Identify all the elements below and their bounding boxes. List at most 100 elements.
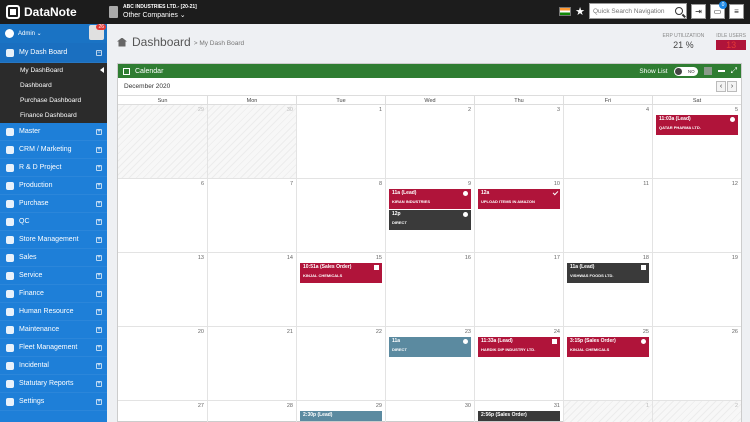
calendar-day-cell[interactable]: 30 <box>385 401 474 422</box>
expand-icon[interactable]: + <box>96 272 102 279</box>
calendar-day-cell[interactable]: 24 11:33a (Lead) HARDIK DIP INDUSTRY LTD. <box>474 327 563 401</box>
calendar-day-cell[interactable]: 22 <box>296 327 385 401</box>
expand-icon[interactable]: + <box>96 398 102 405</box>
sidebar-item-production[interactable]: Production + <box>0 177 107 195</box>
calendar-day-cell[interactable]: 3 <box>474 105 563 179</box>
menu-button[interactable]: ≡ <box>729 3 744 19</box>
submenu-dashboard[interactable]: Dashboard <box>0 78 107 93</box>
calendar-day-cell[interactable]: 5 11:03a (Lead) QATAR PHARMA LTD. <box>652 105 741 179</box>
calendar-day-cell[interactable]: 9 11a (Lead) KIRAN INDUSTRIES 12p Direct <box>385 179 474 253</box>
submenu-finance-dashboard[interactable]: Finance Dashboard <box>0 108 107 123</box>
sidebar-item-crm[interactable]: CRM / Marketing + <box>0 141 107 159</box>
calendar-event[interactable]: 11a Direct <box>389 337 471 357</box>
calendar-day-cell[interactable]: 12 <box>652 179 741 253</box>
sidebar-item-store-management[interactable]: Store Management + <box>0 231 107 249</box>
calendar-day-cell[interactable]: 6 <box>118 179 207 253</box>
calendar-day-cell[interactable]: 31 2:56p (Sales Order) <box>474 401 563 422</box>
expand-icon[interactable]: + <box>96 146 102 153</box>
quick-search-input[interactable] <box>593 7 673 15</box>
submenu-my-dashboard[interactable]: My DashBoard <box>0 63 107 78</box>
user-menu[interactable]: Admin ⌄ 26 <box>0 24 107 43</box>
calendar-event[interactable]: 2:56p (Sales Order) <box>478 411 560 421</box>
company-selector[interactable]: ABC INDUSTRIES LTD.- [20-21] Other Compa… <box>109 5 197 19</box>
calendar-day-cell[interactable]: 7 <box>207 179 296 253</box>
calendar-day-cell[interactable]: 19 <box>652 253 741 327</box>
calendar-event[interactable]: 11:03a (Lead) QATAR PHARMA LTD. <box>656 115 738 135</box>
calendar-day-cell[interactable]: 1 <box>563 401 652 422</box>
sidebar-item-sales[interactable]: Sales + <box>0 249 107 267</box>
idle-users-stat[interactable]: IDLE USERS 13 <box>716 33 746 50</box>
search-icon[interactable] <box>675 7 683 15</box>
star-icon[interactable]: ★ <box>575 5 585 18</box>
next-month-button[interactable]: › <box>727 81 737 92</box>
expand-icon[interactable]: ⤢ <box>731 66 737 76</box>
calendar-event[interactable]: 11a (Lead) KIRAN INDUSTRIES <box>389 189 471 209</box>
sidebar-item-service[interactable]: Service + <box>0 267 107 285</box>
sidebar-item-rnd[interactable]: R & D Project + <box>0 159 107 177</box>
calendar-day-cell[interactable]: 1 <box>296 105 385 179</box>
calendar-day-cell[interactable]: 14 <box>207 253 296 327</box>
calendar-event[interactable]: 12p Direct <box>389 210 471 230</box>
sidebar-item-purchase[interactable]: Purchase + <box>0 195 107 213</box>
calendar-day-cell[interactable]: 27 <box>118 401 207 422</box>
calendar-event[interactable]: 10:51a (Sales Order) KINJAL CHEMICALS <box>300 263 382 283</box>
sidebar-item-settings[interactable]: Settings + <box>0 393 107 411</box>
expand-icon[interactable]: + <box>96 128 102 135</box>
calendar-day-cell[interactable]: 18 11a (Lead) VISHWAS FOODS LTD. <box>563 253 652 327</box>
sidebar-item-master[interactable]: Master + <box>0 123 107 141</box>
expand-icon[interactable]: + <box>96 362 102 369</box>
expand-icon[interactable]: + <box>96 182 102 189</box>
expand-icon[interactable]: + <box>96 200 102 207</box>
expand-icon[interactable]: + <box>96 254 102 261</box>
calendar-day-cell[interactable]: 2 <box>652 401 741 422</box>
expand-icon[interactable]: + <box>96 236 102 243</box>
sidebar-item-human-resource[interactable]: Human Resource + <box>0 303 107 321</box>
calendar-day-cell[interactable]: 17 <box>474 253 563 327</box>
calendar-day-cell[interactable]: 15 10:51a (Sales Order) KINJAL CHEMICALS <box>296 253 385 327</box>
expand-icon[interactable]: + <box>96 380 102 387</box>
calendar-day-cell[interactable]: 28 <box>207 401 296 422</box>
sidebar-item-fleet-management[interactable]: Fleet Management + <box>0 339 107 357</box>
sidebar-item-incidental[interactable]: Incidental + <box>0 357 107 375</box>
other-companies-dropdown[interactable]: Other Companies ⌄ <box>123 12 197 19</box>
show-list-toggle[interactable]: NO <box>673 66 698 76</box>
calendar-day-cell[interactable]: 25 3:15p (Sales Order) KINJAL CHEMICALS <box>563 327 652 401</box>
calendar-day-cell[interactable]: 30 <box>207 105 296 179</box>
expand-icon[interactable]: + <box>96 218 102 225</box>
calendar-event[interactable]: 3:15p (Sales Order) KINJAL CHEMICALS <box>567 337 649 357</box>
chat-button[interactable]: ▭ 0 <box>710 0 727 19</box>
calendar-day-cell[interactable]: 8 <box>296 179 385 253</box>
quick-search-box[interactable] <box>589 3 687 19</box>
logout-button[interactable]: ⇥ <box>691 3 706 19</box>
sidebar-item-statutary-reports[interactable]: Statutary Reports + <box>0 375 107 393</box>
sidebar-item-finance[interactable]: Finance + <box>0 285 107 303</box>
calendar-day-cell[interactable]: 29 <box>118 105 207 179</box>
calendar-day-cell[interactable]: 4 <box>563 105 652 179</box>
calendar-event[interactable]: 2:30p (Lead) <box>300 411 382 421</box>
calendar-day-cell[interactable]: 20 <box>118 327 207 401</box>
calendar-day-cell[interactable]: 23 11a Direct <box>385 327 474 401</box>
expand-icon[interactable]: + <box>96 308 102 315</box>
logo[interactable]: DataNote <box>0 0 107 24</box>
calendar-day-cell[interactable]: 13 <box>118 253 207 327</box>
calendar-day-cell[interactable]: 16 <box>385 253 474 327</box>
minimize-icon[interactable] <box>717 70 725 72</box>
calendar-day-cell[interactable]: 21 <box>207 327 296 401</box>
color-picker-icon[interactable] <box>703 67 712 75</box>
prev-month-button[interactable]: ‹ <box>716 81 726 92</box>
calendar-event[interactable]: 12a UPLOAD ITEMS IN AMAZON <box>478 189 560 209</box>
home-icon[interactable] <box>117 37 127 47</box>
calendar-event[interactable]: 11a (Lead) VISHWAS FOODS LTD. <box>567 263 649 283</box>
calendar-day-cell[interactable]: 26 <box>652 327 741 401</box>
calendar-day-cell[interactable]: 11 <box>563 179 652 253</box>
collapse-icon[interactable]: − <box>96 49 102 56</box>
calendar-event[interactable]: 11:33a (Lead) HARDIK DIP INDUSTRY LTD. <box>478 337 560 357</box>
calendar-day-cell[interactable]: 10 12a UPLOAD ITEMS IN AMAZON <box>474 179 563 253</box>
expand-icon[interactable]: + <box>96 290 102 297</box>
calendar-day-cell[interactable]: 2 <box>385 105 474 179</box>
submenu-purchase-dashboard[interactable]: Purchase Dashboard <box>0 93 107 108</box>
sidebar-item-my-dash-board[interactable]: My Dash Board − <box>0 43 107 63</box>
sidebar-item-qc[interactable]: QC + <box>0 213 107 231</box>
calendar-day-cell[interactable]: 29 2:30p (Lead) <box>296 401 385 422</box>
flag-icon[interactable] <box>559 6 572 16</box>
